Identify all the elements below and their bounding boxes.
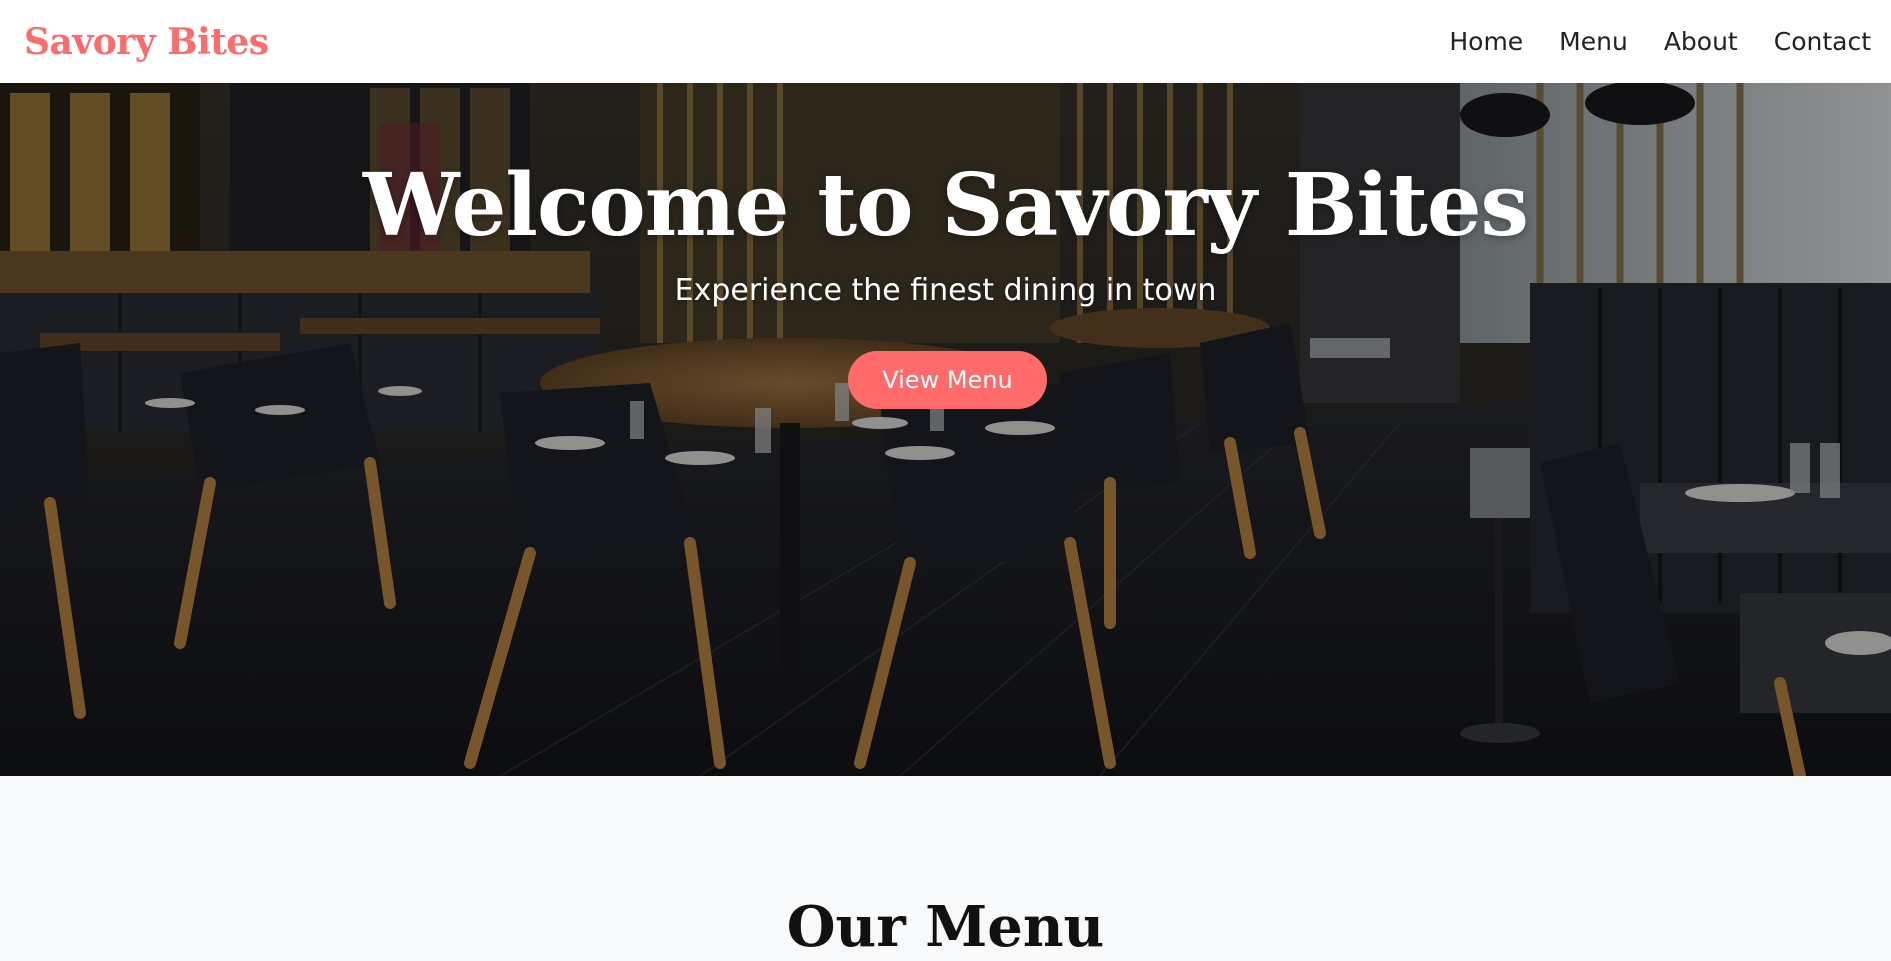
hero-section: Welcome to Savory Bites Experience the f… bbox=[0, 83, 1891, 776]
menu-heading: Our Menu bbox=[786, 894, 1105, 960]
nav-link-home[interactable]: Home bbox=[1449, 27, 1523, 56]
brand-logo[interactable]: Savory Bites bbox=[24, 21, 269, 63]
navbar: Savory Bites Home Menu About Contact bbox=[0, 0, 1891, 83]
nav-links: Home Menu About Contact bbox=[1449, 27, 1871, 56]
nav-link-about[interactable]: About bbox=[1664, 27, 1738, 56]
hero-title: Welcome to Savory Bites bbox=[363, 155, 1529, 256]
hero-subtitle: Experience the finest dining in town bbox=[674, 273, 1217, 308]
menu-section: Our Menu bbox=[0, 776, 1891, 961]
nav-link-contact[interactable]: Contact bbox=[1774, 27, 1871, 56]
view-menu-button[interactable]: View Menu bbox=[848, 351, 1047, 409]
nav-link-menu[interactable]: Menu bbox=[1559, 27, 1628, 56]
